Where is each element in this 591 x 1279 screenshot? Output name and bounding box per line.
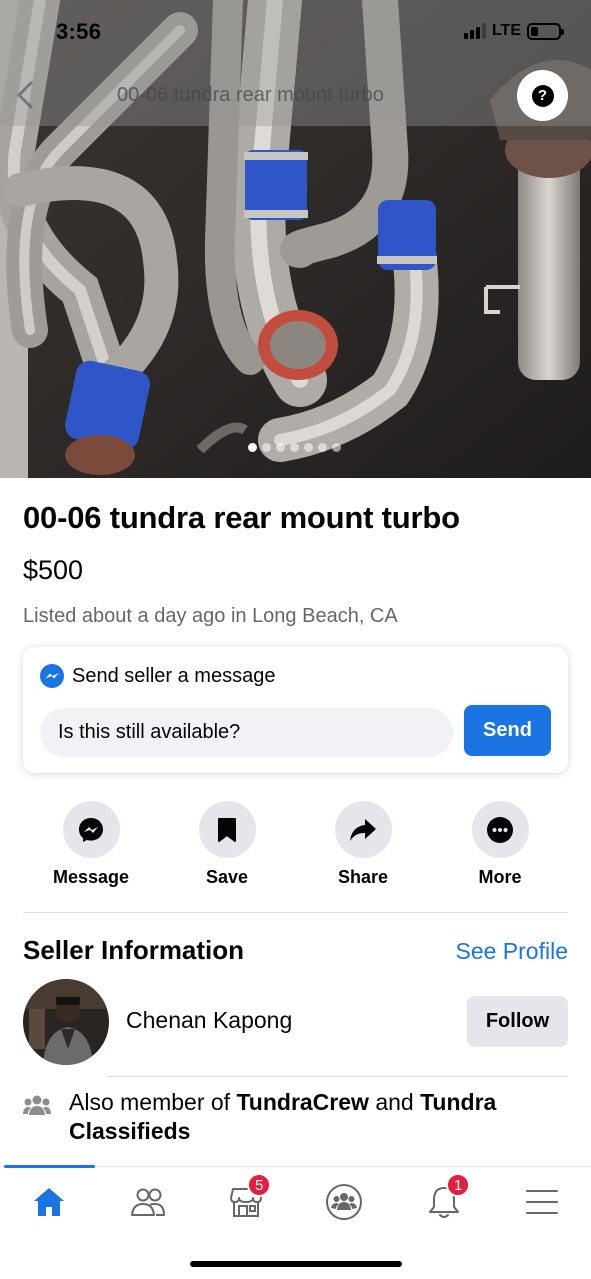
share-circle: [334, 801, 392, 858]
follow-button[interactable]: Follow: [467, 996, 568, 1047]
listing-meta: Listed about a day ago in Long Beach, CA: [23, 605, 398, 627]
membership-conjunction: and: [375, 1089, 414, 1115]
send-message-card: Send seller a message Send: [23, 647, 568, 773]
signal-icon: [463, 23, 486, 39]
save-circle: [198, 801, 256, 858]
friends-icon: [131, 1188, 165, 1216]
message-action-label: Message: [52, 867, 130, 887]
photo-dot[interactable]: [304, 443, 313, 452]
message-circle: [62, 801, 120, 858]
home-icon: [34, 1188, 64, 1216]
photo-dot[interactable]: [332, 443, 341, 452]
status-time: 3:56: [56, 19, 102, 44]
messenger-icon: [40, 664, 64, 688]
seller-name[interactable]: Chenan Kapong: [126, 1007, 292, 1034]
message-card-header: Send seller a message: [40, 664, 275, 688]
group-membership-text: Also member of TundraCrew and Tundra Cla…: [69, 1088, 549, 1146]
share-arrow-icon: [350, 818, 376, 841]
message-action-button[interactable]: Message: [31, 801, 151, 888]
menu-icon: [526, 1190, 558, 1214]
tab-menu[interactable]: [512, 1179, 572, 1225]
listing-title: 00-06 tundra rear mount turbo: [23, 500, 460, 535]
notifications-badge: 1: [446, 1173, 471, 1197]
home-indicator: [190, 1261, 402, 1267]
photo-dot[interactable]: [290, 443, 299, 452]
message-card-heading: Send seller a message: [72, 664, 276, 687]
more-dots-icon: [487, 816, 513, 843]
network-label: LTE: [491, 22, 521, 39]
share-action-button[interactable]: Share: [303, 801, 423, 888]
seller-photo: [23, 979, 109, 1065]
section-divider: [23, 912, 568, 913]
more-action-button[interactable]: More: [440, 801, 560, 888]
battery-icon: [527, 22, 564, 40]
tab-friends[interactable]: [118, 1179, 178, 1225]
groups-icon: [23, 1095, 51, 1115]
photo-pagination-dots[interactable]: [248, 443, 341, 452]
more-action-label: More: [478, 867, 522, 887]
tab-notifications[interactable]: 1: [414, 1173, 474, 1225]
question-mark-icon: ?: [531, 84, 554, 107]
photo-dot[interactable]: [262, 443, 271, 452]
status-indicators: LTE: [463, 22, 564, 40]
help-button[interactable]: ?: [517, 70, 568, 121]
photo-dot[interactable]: [276, 443, 285, 452]
save-action-button[interactable]: Save: [167, 801, 287, 888]
save-action-label: Save: [205, 867, 249, 887]
listing-price: $500: [23, 555, 84, 585]
listing-photo[interactable]: 3:56 LTE 00-06 tundra rear mount turbo ?: [0, 0, 591, 478]
bookmark-icon: [218, 817, 236, 842]
seller-avatar[interactable]: [23, 979, 109, 1065]
tab-groups[interactable]: [314, 1179, 374, 1225]
seller-info-heading: Seller Information: [23, 935, 245, 965]
message-input[interactable]: [40, 708, 453, 757]
photo-dot[interactable]: [318, 443, 327, 452]
tab-home[interactable]: [19, 1179, 79, 1225]
membership-prefix: Also member of: [69, 1089, 231, 1115]
send-button[interactable]: Send: [464, 705, 551, 756]
back-chevron-icon[interactable]: [14, 80, 38, 110]
seller-divider: [108, 1076, 568, 1077]
more-circle: [471, 801, 529, 858]
listing-actions: Message Save Share More: [0, 801, 591, 891]
photo-dot[interactable]: [248, 443, 257, 452]
share-action-label: Share: [337, 867, 389, 887]
active-tab-indicator: [4, 1165, 95, 1168]
marketplace-badge: 5: [247, 1173, 272, 1197]
nav-title: 00-06 tundra rear mount turbo: [117, 84, 384, 106]
tab-marketplace[interactable]: 5: [216, 1173, 276, 1225]
group-link-tundracrew[interactable]: TundraCrew: [236, 1089, 368, 1115]
see-profile-link[interactable]: See Profile: [455, 938, 568, 965]
groups-icon: [326, 1184, 362, 1220]
messenger-icon: [79, 817, 103, 842]
